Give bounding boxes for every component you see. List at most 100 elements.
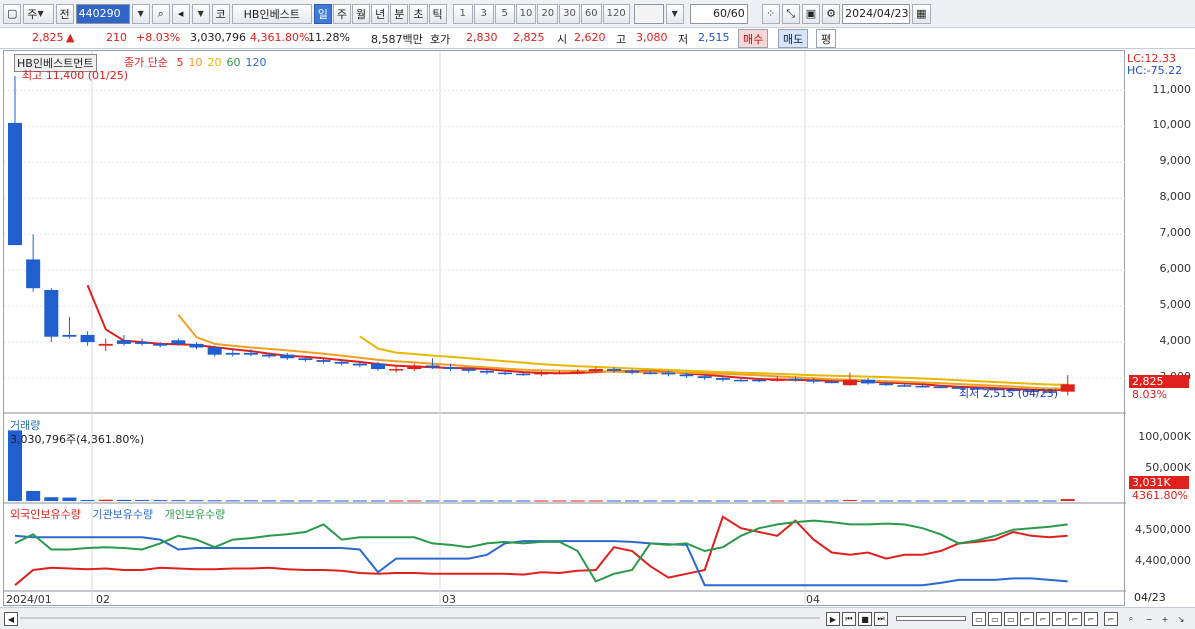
candle-body-8 (153, 343, 168, 346)
ma-line-5 (86, 284, 1068, 392)
candle-body-3 (62, 334, 77, 337)
interval-dropdown-button[interactable]: ▼ (665, 3, 684, 24)
tool-icon-5[interactable]: ⌐ (1084, 612, 1098, 626)
dots-icon[interactable]: ⁘ (761, 3, 780, 24)
tool-icon-2[interactable]: ⌐ (1036, 612, 1050, 626)
sell-button[interactable]: 매도 (778, 29, 809, 48)
zoom-in-icon[interactable]: + (1158, 612, 1172, 626)
interval-button-60[interactable]: 60 (580, 3, 602, 24)
interval-button-5[interactable]: 5 (494, 3, 515, 24)
search-zoom-icon[interactable]: ⌕ (1124, 612, 1138, 626)
code-dropdown-button[interactable]: ▼ (131, 3, 150, 24)
zoom-out-icon[interactable]: − (1142, 612, 1156, 626)
holding-tick-4500000: 4,500,000 (1135, 523, 1191, 536)
ma-period-list: 5 10 20 60 120 (171, 56, 266, 69)
volume-bar-45 (824, 500, 839, 502)
timeframe-button-6[interactable]: 틱 (428, 3, 447, 24)
scroll-track[interactable] (20, 617, 820, 619)
volume-bar-13 (243, 500, 258, 502)
candle-body-20 (371, 363, 385, 370)
buy-button[interactable]: 매수 (738, 29, 769, 48)
candle-body-21 (389, 369, 404, 371)
rewind-icon[interactable]: ⏮ (842, 612, 856, 626)
interval-button-10[interactable]: 10 (515, 3, 537, 24)
ma-period-20: 20 (207, 56, 222, 69)
ma-period-5: 5 (176, 56, 184, 69)
timeframe-button-5[interactable]: 초 (409, 3, 428, 24)
speaker-icon[interactable]: ◂ (171, 3, 190, 24)
scroll-left-icon[interactable]: ◀ (4, 612, 18, 626)
stop-icon[interactable]: ■ (858, 612, 872, 626)
flat-button[interactable]: 평 (816, 29, 837, 48)
tool-icon-3[interactable]: ⌐ (1052, 612, 1066, 626)
volume-bar-1 (26, 491, 41, 501)
interval-button-3[interactable]: 3 (473, 3, 494, 24)
prev-button[interactable]: 전 (55, 3, 74, 24)
layout-icon-1[interactable]: ▭ (972, 612, 986, 626)
candle-body-19 (352, 363, 367, 366)
timeframe-button-2[interactable]: 월 (352, 3, 371, 24)
candle-body-58 (1060, 384, 1075, 392)
volume-bar-28 (516, 500, 531, 502)
candle-body-42 (770, 378, 785, 381)
volume-bar-37 (679, 500, 694, 502)
volume-last-tag: 3,031K (1129, 476, 1189, 489)
timeframe-button-3[interactable]: 년 (371, 3, 390, 24)
reset-zoom-icon[interactable]: ↘ (1174, 612, 1188, 626)
stock-code-input[interactable]: 440290 (75, 3, 130, 24)
volume-bar-51 (933, 500, 948, 502)
period-type-select[interactable]: 주 ▼ (23, 3, 54, 24)
volume-bar-26 (479, 500, 494, 502)
count-input[interactable]: 60/60 (689, 3, 748, 24)
zoom-slider[interactable] (896, 616, 966, 621)
interval-button-20[interactable]: 20 (537, 3, 559, 24)
ma-period-120: 120 (245, 56, 267, 69)
candle-body-6 (116, 340, 131, 344)
layout-icon-2[interactable]: ▭ (988, 612, 1002, 626)
speaker-dropdown-button[interactable]: ▼ (191, 3, 210, 24)
candle-body-23 (425, 365, 440, 368)
candle-body-34 (625, 370, 640, 373)
ma-line-10 (177, 314, 1068, 390)
tool-icon-4[interactable]: ⌐ (1068, 612, 1082, 626)
timeframe-button-0[interactable]: 일 (313, 3, 332, 24)
crosshair-icon[interactable]: ⤡ (781, 3, 800, 24)
candle-body-39 (715, 378, 730, 380)
change-pct: +8.03% (136, 31, 181, 44)
date-input[interactable]: 2024/04/23 (842, 3, 911, 24)
max-price-label: 최고 11,400 (01/25) (22, 69, 129, 82)
candle-body-33 (606, 369, 621, 371)
volume-bar-30 (552, 500, 567, 502)
layout-icon-3[interactable]: ▭ (1004, 612, 1018, 626)
gear-icon[interactable]: ⚙ (822, 3, 841, 24)
volume-bar-57 (1042, 500, 1057, 502)
search-icon[interactable]: ⌕ (151, 3, 170, 24)
volume-bar-29 (534, 500, 549, 502)
tool-icon-1[interactable]: ⌐ (1020, 612, 1034, 626)
chart-canvas[interactable] (4, 51, 1126, 607)
timeframe-button-4[interactable]: 분 (390, 3, 409, 24)
tool-icon-6[interactable]: ⌐ (1104, 612, 1118, 626)
scroll-right-icon[interactable]: ▶ (826, 612, 840, 626)
interval-button-120[interactable]: 120 (602, 3, 630, 24)
candle-body-45 (824, 381, 839, 384)
calendar-icon[interactable]: ▦ (912, 3, 931, 24)
candle-body-37 (679, 374, 694, 377)
interval-button-30[interactable]: 30 (559, 3, 580, 24)
window-icon[interactable]: ▢ (3, 3, 22, 24)
save-icon[interactable]: ▣ (801, 3, 821, 24)
volume-bar-8 (153, 500, 168, 502)
interval-button-1[interactable]: 1 (452, 3, 473, 24)
candle-body-14 (262, 354, 277, 357)
chart-frame[interactable]: HB인베스트먼트 종가 단순 5 10 20 60 120 최고 11,400 (01/… (3, 50, 1126, 607)
interval-input[interactable] (633, 3, 664, 24)
timeframe-button-1[interactable]: 주 (332, 3, 352, 24)
volume-bar-50 (915, 500, 930, 502)
bottom-scrollbar[interactable]: ◀ ▶ ⏮ ■ ⏭ ▭ ▭ ▭ ⌐ ⌐ ⌐ ⌐ ⌐ ⌐ ⌕ − + ↘ (0, 607, 1195, 629)
volume-ratio: 4,361.80% (250, 31, 310, 44)
date-label-feb: 02 (96, 593, 110, 606)
last-date-label: 04/23 (1134, 591, 1166, 604)
stock-name-field[interactable]: HB인베스트 (231, 3, 312, 24)
candle-body-17 (316, 360, 331, 362)
fast-forward-icon[interactable]: ⏭ (874, 612, 888, 626)
